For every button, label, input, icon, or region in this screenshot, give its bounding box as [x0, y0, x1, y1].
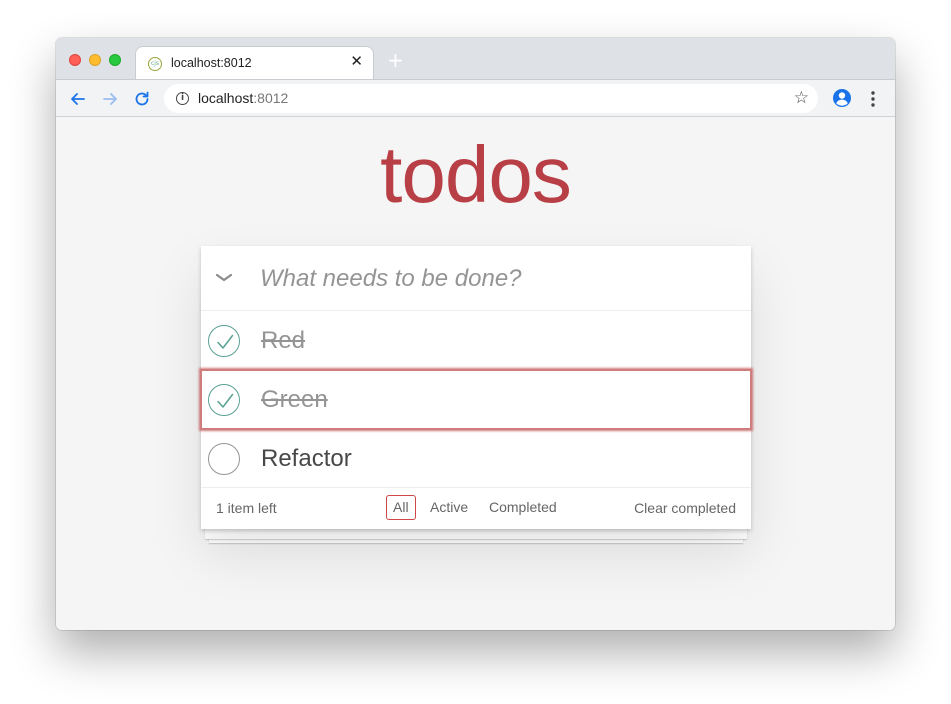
page-content: todos Red [56, 117, 895, 630]
todo-toggle-checkbox[interactable] [208, 384, 240, 416]
browser-window: cjs localhost:8012 ✕ + i localhost:8012 [56, 38, 895, 630]
todo-label[interactable]: Red [261, 327, 305, 355]
check-icon [217, 334, 234, 349]
address-bar[interactable]: i localhost:8012 ☆ [164, 84, 818, 113]
browser-toolbar: i localhost:8012 ☆ [56, 79, 895, 117]
todo-item-red[interactable]: Red [201, 311, 751, 370]
tab-close-icon[interactable]: ✕ [350, 53, 363, 71]
arrow-right-icon [103, 93, 117, 105]
forward-button[interactable] [100, 89, 120, 109]
filter-completed[interactable]: Completed [482, 495, 564, 520]
back-button[interactable] [68, 89, 88, 109]
minimize-window-button[interactable] [89, 54, 101, 66]
filter-active[interactable]: Active [423, 495, 475, 520]
items-left-count: 1 item left [216, 500, 277, 516]
favicon-icon: cjs [148, 57, 162, 71]
todo-item-green[interactable]: Green [200, 369, 752, 430]
close-window-button[interactable] [69, 54, 81, 66]
reload-icon [135, 91, 149, 106]
url-host: localhost [198, 90, 254, 106]
app-title: todos [380, 130, 572, 219]
todo-footer: 1 item left All Active Completed Clear c… [201, 488, 751, 529]
check-icon [217, 393, 234, 408]
info-icon[interactable]: i [176, 92, 189, 105]
new-todo-input[interactable] [260, 260, 730, 298]
reload-button[interactable] [132, 89, 152, 109]
kebab-menu-icon [871, 91, 875, 107]
todo-toggle-checkbox[interactable] [208, 325, 240, 357]
profile-button[interactable] [832, 88, 852, 108]
browser-tab[interactable]: cjs localhost:8012 ✕ [135, 46, 374, 80]
todo-app: Red Green Refactor 1 item left [200, 246, 752, 529]
url-text[interactable]: localhost:8012 [198, 90, 288, 106]
clear-completed-button[interactable]: Clear completed [634, 500, 736, 516]
url-port: :8012 [253, 90, 289, 106]
toggle-all-button[interactable] [214, 267, 234, 287]
profile-icon [833, 89, 851, 107]
arrow-left-icon [71, 93, 85, 105]
bookmark-star-icon[interactable]: ☆ [794, 89, 809, 107]
todo-item-refactor[interactable]: Refactor [201, 429, 751, 488]
todo-list: Red Green Refactor [200, 311, 752, 488]
todo-label[interactable]: Green [261, 386, 328, 414]
filter-all[interactable]: All [386, 495, 416, 520]
zoom-window-button[interactable] [109, 54, 121, 66]
browser-menu-button[interactable] [868, 89, 878, 109]
title-bar: cjs localhost:8012 ✕ + [56, 38, 895, 80]
todo-toggle-checkbox[interactable] [208, 443, 240, 475]
todo-header [201, 246, 751, 311]
todo-label[interactable]: Refactor [261, 445, 352, 473]
new-tab-button[interactable]: + [387, 49, 404, 71]
chevron-down-icon [215, 273, 233, 282]
tab-title: localhost:8012 [171, 56, 252, 70]
